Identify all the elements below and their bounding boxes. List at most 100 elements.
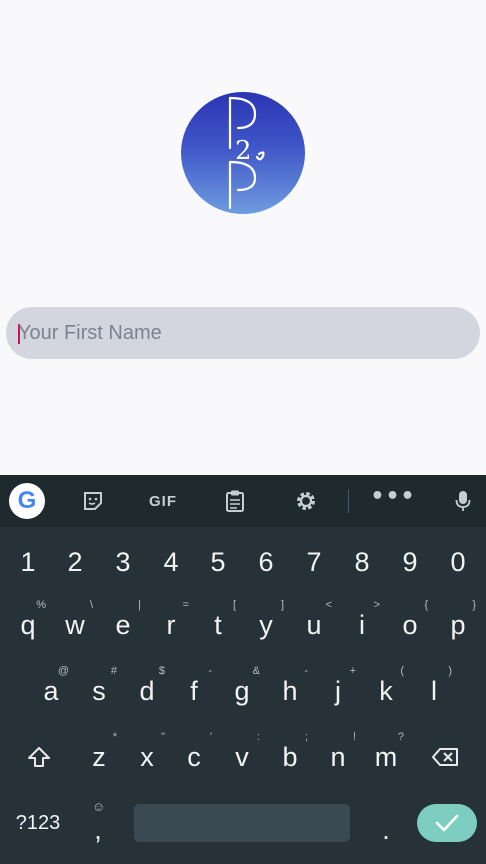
checkmark-icon [435,814,459,832]
key-j[interactable]: j + [314,659,362,723]
key-hint: | [138,599,141,611]
key-o[interactable]: o{ [386,593,434,657]
settings-button[interactable] [290,475,322,527]
keyboard-toolbar: G GIF ••• [0,475,486,527]
key-s[interactable]: s # [75,659,123,723]
soft-keyboard: G GIF ••• 1 2 3 4 5 6 7 8 9 0 q % w \ e … [0,475,486,864]
key-hint: " [161,731,165,743]
key-5[interactable]: 5 [194,530,242,594]
google-icon: G [17,487,37,514]
app-logo: P 2 P [181,92,305,214]
key-label: v [235,741,249,772]
key-hint: [ [232,599,236,611]
key-label: , [94,814,102,845]
key-2[interactable]: 2 [51,530,99,594]
key-hint: ' [209,731,212,743]
key-u[interactable]: u < [290,593,338,657]
key-label: z [92,741,106,772]
key-hint: - [304,665,308,677]
key-4[interactable]: 4 [147,530,195,594]
key-w[interactable]: w \ [51,593,99,657]
toolbar-divider [348,489,349,513]
key-k[interactable]: k( [362,659,410,723]
period-key[interactable]: . [362,791,410,855]
sticker-icon [84,492,102,510]
key-label: m [374,741,398,772]
key-r[interactable]: r = [147,593,195,657]
key-g[interactable]: g & [218,659,266,723]
key-0[interactable]: 0 [434,530,482,594]
key-8[interactable]: 8 [338,530,386,594]
key-hint: ? [397,731,404,743]
key-hint: @ [57,665,69,677]
key-b[interactable]: b; [266,725,314,789]
key-hint: - [208,665,212,677]
backspace-key[interactable] [420,725,472,789]
key-hint: % [36,599,46,611]
comma-emoji-key[interactable]: ☺ , [74,791,122,855]
key-label: n [330,741,346,772]
key-label: h [282,675,298,706]
key-t[interactable]: t[ [194,593,242,657]
key-9[interactable]: 9 [386,530,434,594]
clipboard-button[interactable] [220,475,250,527]
key-z[interactable]: z * [75,725,123,789]
done-button[interactable] [417,804,477,842]
key-label: d [139,675,155,706]
key-a[interactable]: a @ [27,659,75,723]
google-button[interactable]: G [9,483,45,519]
first-name-input[interactable] [18,307,458,359]
letter-row-3: z * x " c ' v: b; n! m? [0,725,486,789]
key-label: e [115,609,131,640]
key-hint: + [349,665,356,677]
key-label: a [43,675,59,706]
key-d[interactable]: d $ [123,659,171,723]
key-c[interactable]: c ' [170,725,218,789]
key-hint: \ [89,599,93,611]
clipboard-icon [226,490,244,512]
key-y[interactable]: y] [242,593,290,657]
first-name-field-container[interactable] [6,307,480,359]
key-label: u [306,609,322,640]
key-label: j [335,675,341,706]
key-label: r [166,609,176,640]
emoji-icon: ☺ [92,799,106,814]
key-v[interactable]: v: [218,725,266,789]
symbols-key[interactable]: ?123 [8,791,68,855]
backspace-icon [432,748,458,766]
gif-label: GIF [149,492,177,510]
key-6[interactable]: 6 [242,530,290,594]
key-label: w [65,609,85,640]
shift-key[interactable] [14,725,64,789]
key-hint: $ [158,665,165,677]
key-label: i [359,609,365,640]
key-m[interactable]: m? [362,725,410,789]
key-hint: ( [400,665,404,677]
key-hint: & [252,665,260,677]
more-button[interactable]: ••• [370,475,414,527]
key-x[interactable]: x " [123,725,171,789]
key-p[interactable]: p} [434,593,482,657]
key-label: l [431,675,437,706]
letter-row-1: q% w \ e | r = t[ y] u < i > o{ p} [0,593,486,657]
gif-button[interactable]: GIF [144,475,182,527]
key-3[interactable]: 3 [99,530,147,594]
key-hint: } [472,599,476,611]
key-7[interactable]: 7 [290,530,338,594]
key-f[interactable]: f- [170,659,218,723]
key-l[interactable]: l) [410,659,458,723]
key-label: c [187,741,201,772]
key-label: f [190,675,198,706]
key-label: x [140,741,154,772]
sticker-button[interactable] [76,475,110,527]
key-n[interactable]: n! [314,725,362,789]
key-q[interactable]: q% [4,593,52,657]
key-i[interactable]: i > [338,593,386,657]
key-h[interactable]: h- [266,659,314,723]
key-1[interactable]: 1 [4,530,52,594]
space-bar[interactable] [134,804,350,842]
key-label: g [234,675,250,706]
voice-input-button[interactable] [450,475,476,527]
key-e[interactable]: e | [99,593,147,657]
key-label: p [450,609,466,640]
